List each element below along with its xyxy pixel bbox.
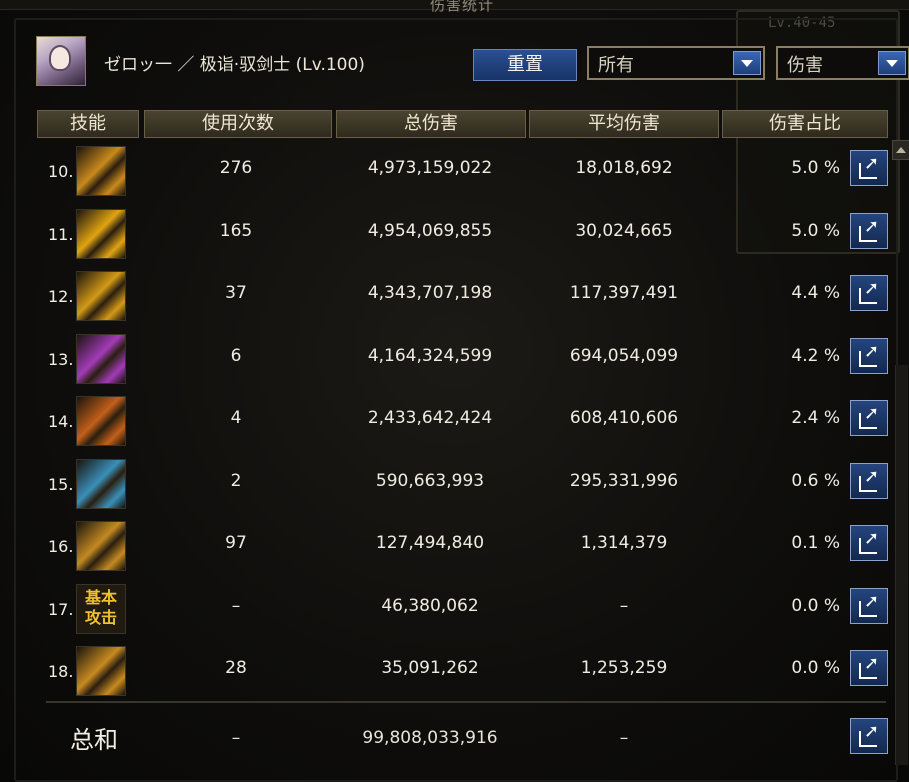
row-rank: 12.: [48, 287, 74, 306]
filter-dropdown[interactable]: 所有: [587, 46, 765, 80]
row-avg-damage: 18,018,692: [575, 158, 673, 178]
filter-dropdown-value: 所有: [598, 55, 634, 76]
row-rank: 18.: [48, 662, 74, 681]
table-row: 18. 28 35,091,262 1,253,259 0.0 %: [40, 640, 888, 702]
share-icon[interactable]: [850, 650, 888, 686]
row-total-damage: 35,091,262: [381, 658, 479, 678]
share-icon[interactable]: [850, 150, 888, 186]
skill-icon[interactable]: [76, 396, 126, 446]
table-row: 11. 165 4,954,069,855 30,024,665 5.0 %: [40, 203, 888, 265]
table-row: 12. 37 4,343,707,198 117,397,491 4.4 %: [40, 265, 888, 327]
row-uses: 37: [225, 283, 247, 303]
table-row: 14. 4 2,433,642,424 608,410,606 2.4 %: [40, 390, 888, 452]
share-icon[interactable]: [850, 212, 888, 249]
row-rank: 15.: [48, 474, 74, 494]
row-rank: 13.: [48, 349, 74, 369]
character-name: ゼロッ一 ／ 极诣·驭剑士 (Lv.100): [104, 55, 365, 75]
summary-uses: –: [231, 728, 241, 748]
metric-dropdown-value: 伤害: [787, 55, 823, 76]
row-avg-damage: 608,410,606: [569, 408, 679, 428]
table-row: 13. 6 4,164,324,599 694,054,099 4.2 %: [40, 328, 888, 390]
row-rank: 11.: [48, 224, 74, 244]
share-icon[interactable]: [850, 462, 888, 499]
skill-icon[interactable]: [76, 333, 126, 384]
chevron-down-icon[interactable]: [878, 51, 906, 75]
row-uses: 276: [219, 158, 253, 178]
row-damage-share: 5.0 %: [791, 158, 840, 178]
row-damage-share: 0.0 %: [791, 595, 840, 616]
row-uses: 28: [225, 658, 247, 678]
row-damage-share: 2.4 %: [791, 408, 840, 428]
row-damage-share: 0.1 %: [791, 533, 840, 553]
table-row: 15. 2 590,663,993 295,331,996 0.6 %: [40, 453, 888, 515]
row-avg-damage: 1,314,379: [580, 533, 668, 553]
summary-divider: [46, 701, 886, 703]
skill-icon[interactable]: 基本攻击: [76, 583, 126, 634]
table-row: 10. 276 4,973,159,022 18,018,692 5.0 %: [40, 140, 888, 202]
scroll-up-arrow-icon[interactable]: [892, 140, 909, 160]
row-uses: 6: [230, 345, 242, 366]
col-header-uses[interactable]: 使用次数: [144, 110, 332, 138]
character-avatar: [36, 36, 86, 86]
row-rank: 16.: [48, 537, 74, 556]
row-total-damage: 4,343,707,198: [367, 283, 493, 303]
row-damage-share: 5.0 %: [791, 220, 840, 241]
row-total-damage: 4,954,069,855: [367, 220, 493, 241]
table-row: 16. 97 127,494,840 1,314,379 0.1 %: [40, 515, 888, 577]
row-damage-share: 4.2 %: [791, 345, 840, 366]
col-header-avg-damage[interactable]: 平均伤害: [529, 110, 719, 138]
row-total-damage: 2,433,642,424: [367, 408, 493, 428]
row-avg-damage: 117,397,491: [569, 283, 679, 303]
share-icon[interactable]: [850, 400, 888, 436]
row-total-damage: 127,494,840: [375, 533, 485, 553]
chevron-down-icon[interactable]: [733, 51, 761, 75]
share-icon[interactable]: [850, 718, 888, 754]
summary-avg-damage: –: [619, 728, 629, 748]
row-uses: 97: [225, 533, 247, 553]
skill-icon[interactable]: [76, 271, 126, 321]
row-avg-damage: 1,253,259: [580, 658, 668, 678]
row-avg-damage: 295,331,996: [569, 470, 679, 491]
metric-dropdown[interactable]: 伤害: [776, 46, 909, 80]
col-header-damage-share[interactable]: 伤害占比: [722, 110, 888, 138]
reset-button[interactable]: 重置: [473, 49, 577, 81]
skill-icon[interactable]: [76, 208, 126, 259]
row-avg-damage: –: [619, 595, 629, 616]
row-avg-damage: 30,024,665: [575, 220, 673, 241]
share-icon[interactable]: [850, 337, 888, 374]
window-title: 伤害统计: [430, 0, 495, 14]
summary-total-damage: 99,808,033,916: [362, 728, 498, 748]
row-uses: 2: [230, 470, 242, 491]
summary-label: 总和: [70, 726, 118, 754]
share-icon[interactable]: [850, 275, 888, 311]
table-row: 17. 基本攻击 – 46,380,062 – 0.0 %: [40, 578, 888, 640]
row-damage-share: 0.0 %: [791, 658, 840, 678]
skill-icon-label: 基本攻击: [84, 587, 117, 627]
share-icon[interactable]: [850, 525, 888, 561]
col-header-skill[interactable]: 技能: [37, 110, 139, 138]
row-total-damage: 590,663,993: [375, 470, 485, 491]
row-rank: 17.: [48, 599, 74, 619]
skill-icon[interactable]: [76, 458, 126, 509]
row-damage-share: 0.6 %: [791, 470, 840, 491]
row-avg-damage: 694,054,099: [569, 345, 679, 366]
col-header-total-damage[interactable]: 总伤害: [336, 110, 526, 138]
row-rank: 14.: [48, 412, 74, 431]
row-damage-share: 4.4 %: [791, 283, 840, 303]
row-uses: 4: [230, 408, 242, 428]
row-total-damage: 4,973,159,022: [367, 158, 493, 178]
row-uses: 165: [219, 220, 253, 241]
row-uses: –: [231, 595, 241, 616]
share-icon[interactable]: [850, 587, 888, 624]
scrollbar-track[interactable]: [895, 365, 908, 765]
row-rank: 10.: [48, 162, 74, 181]
avatar-face: [51, 47, 69, 69]
skill-icon[interactable]: [76, 646, 126, 696]
skill-icon[interactable]: [76, 521, 126, 571]
row-total-damage: 4,164,324,599: [367, 345, 493, 366]
row-total-damage: 46,380,062: [381, 595, 479, 616]
skill-icon[interactable]: [76, 146, 126, 196]
